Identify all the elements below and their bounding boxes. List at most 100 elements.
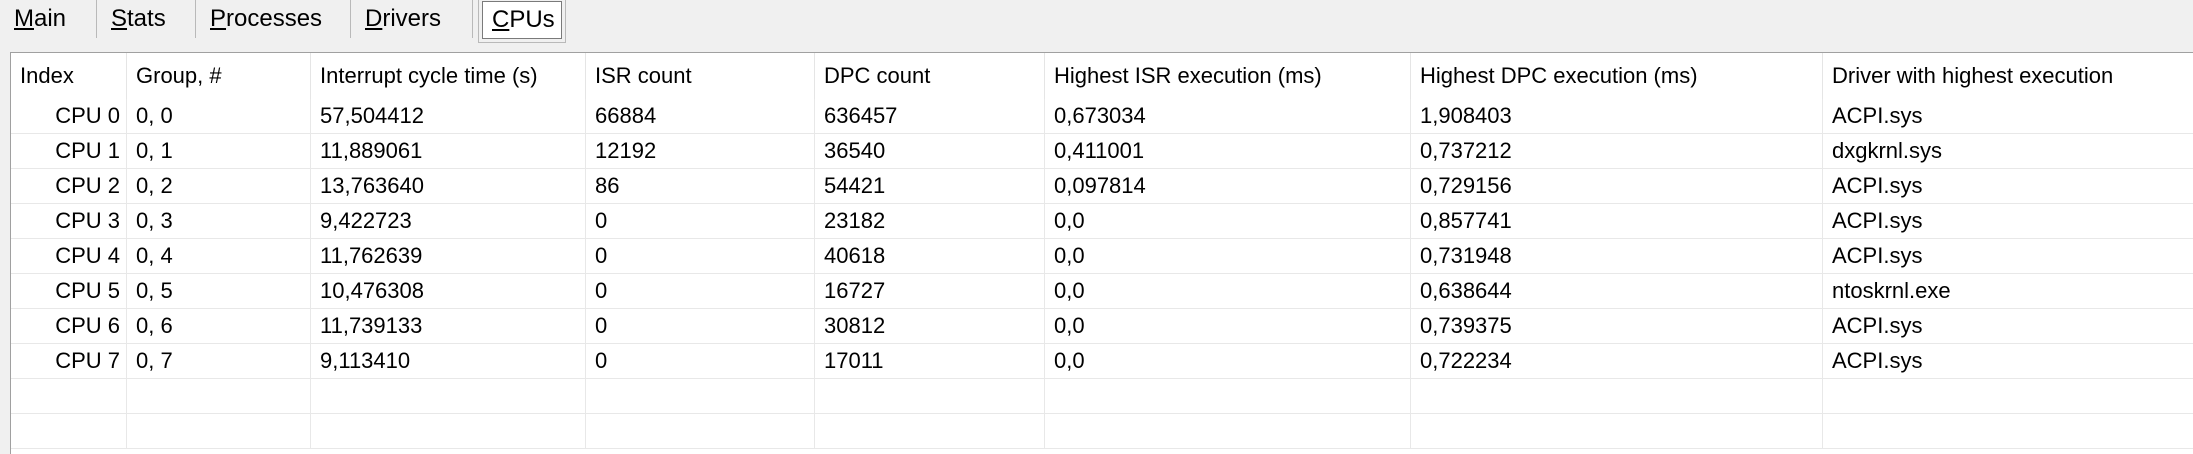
cell-isr-count: 86 — [586, 169, 815, 203]
cpu-list-view[interactable]: Index Group, # Interrupt cycle time (s) … — [10, 52, 2193, 454]
cell-dpc-count: 36540 — [815, 134, 1045, 168]
tab-cpus-label: PUs — [509, 6, 555, 33]
column-header-highest-isr[interactable]: Highest ISR execution (ms) — [1045, 53, 1411, 99]
cell-group: 0, 2 — [127, 169, 311, 203]
cell-interrupt-cycle-time: 57,504412 — [311, 99, 586, 133]
tab-processes-label: rocesses — [226, 5, 323, 32]
column-header-highest-dpc[interactable]: Highest DPC execution (ms) — [1411, 53, 1823, 99]
cell-driver — [1823, 414, 2193, 448]
cell-highest-isr: 0,0 — [1045, 204, 1411, 238]
cell-isr-count: 0 — [586, 344, 815, 378]
cell-interrupt-cycle-time: 13,763640 — [311, 169, 586, 203]
cell-index: CPU 6 — [11, 309, 127, 343]
tab-processes[interactable]: Processes — [196, 0, 351, 38]
cell-dpc-count — [815, 414, 1045, 448]
cell-highest-dpc: 0,737212 — [1411, 134, 1823, 168]
cell-interrupt-cycle-time: 9,422723 — [311, 204, 586, 238]
cell-dpc-count — [815, 379, 1045, 413]
table-row[interactable]: CPU 4 0, 4 11,762639 0 40618 0,0 0,731948 ACPI.… — [11, 239, 2193, 274]
cell-highest-dpc: 1,908403 — [1411, 99, 1823, 133]
cell-highest-isr: 0,0 — [1045, 239, 1411, 273]
cell-highest-dpc: 0,722234 — [1411, 344, 1823, 378]
app-window: Main Stats Processes Drivers CPUs Index … — [0, 0, 2193, 454]
table-row[interactable]: CPU 0 0, 0 57,504412 66884 636457 0,673034 1,9… — [11, 99, 2193, 134]
cell-isr-count: 12192 — [586, 134, 815, 168]
tab-cpus[interactable]: CPUs — [478, 0, 566, 43]
tab-stats-accel: S — [111, 5, 128, 32]
table-row[interactable] — [11, 379, 2193, 414]
cell-index: CPU 1 — [11, 134, 127, 168]
column-header-interrupt-cycle-time[interactable]: Interrupt cycle time (s) — [311, 53, 586, 99]
table-row[interactable]: CPU 7 0, 7 9,113410 0 17011 0,0 0,722234 ACPI.s… — [11, 344, 2193, 379]
cell-isr-count: 0 — [586, 204, 815, 238]
cell-isr-count — [586, 379, 815, 413]
cell-highest-dpc: 0,729156 — [1411, 169, 1823, 203]
cell-group: 0, 7 — [127, 344, 311, 378]
cell-interrupt-cycle-time: 9,113410 — [311, 344, 586, 378]
column-header-isr-count[interactable]: ISR count — [586, 53, 815, 99]
tab-main-accel: M — [14, 5, 34, 32]
column-header-index[interactable]: Index — [11, 53, 127, 99]
tab-main[interactable]: Main — [0, 0, 97, 38]
cell-interrupt-cycle-time: 11,739133 — [311, 309, 586, 343]
cell-driver: ACPI.sys — [1832, 103, 1923, 128]
cell-driver: ACPI.sys — [1832, 243, 1923, 268]
tab-drivers[interactable]: Drivers — [351, 0, 473, 38]
list-rows: CPU 0 0, 0 57,504412 66884 636457 0,673034 1,9… — [11, 99, 2193, 449]
cell-highest-isr: 0,0 — [1045, 274, 1411, 308]
cell-isr-count — [586, 414, 815, 448]
cell-isr-count: 0 — [586, 239, 815, 273]
cell-highest-isr: 0,0 — [1045, 344, 1411, 378]
cell-index: CPU 7 — [11, 344, 127, 378]
cell-driver: ACPI.sys — [1832, 348, 1923, 373]
cell-dpc-count: 17011 — [815, 344, 1045, 378]
cell-index: CPU 3 — [11, 204, 127, 238]
cell-group: 0, 1 — [127, 134, 311, 168]
column-header-group[interactable]: Group, # — [127, 53, 311, 99]
cell-interrupt-cycle-time: 11,889061 — [311, 134, 586, 168]
list-header: Index Group, # Interrupt cycle time (s) … — [11, 53, 2193, 99]
cell-isr-count: 0 — [586, 309, 815, 343]
cell-dpc-count: 16727 — [815, 274, 1045, 308]
cell-driver — [1823, 379, 2193, 413]
cell-interrupt-cycle-time: 10,476308 — [311, 274, 586, 308]
table-row[interactable]: CPU 3 0, 3 9,422723 0 23182 0,0 0,857741 ACPI.s… — [11, 204, 2193, 239]
cell-driver: ACPI.sys — [1832, 313, 1923, 338]
cell-highest-isr: 0,097814 — [1045, 169, 1411, 203]
tab-stats[interactable]: Stats — [97, 0, 196, 38]
cell-group — [127, 414, 311, 448]
column-header-dpc-count[interactable]: DPC count — [815, 53, 1045, 99]
cell-group — [127, 379, 311, 413]
cell-group: 0, 6 — [127, 309, 311, 343]
tab-drivers-label: rivers — [382, 5, 442, 32]
cell-dpc-count: 23182 — [815, 204, 1045, 238]
table-row[interactable]: CPU 2 0, 2 13,763640 86 54421 0,097814 0,72915… — [11, 169, 2193, 204]
cell-index: CPU 0 — [11, 99, 127, 133]
cell-highest-dpc — [1411, 379, 1823, 413]
cell-driver: ACPI.sys — [1832, 173, 1923, 198]
cell-group: 0, 5 — [127, 274, 311, 308]
tab-cpus-accel: C — [492, 6, 510, 33]
cell-highest-isr — [1045, 414, 1411, 448]
table-row[interactable]: CPU 6 0, 6 11,739133 0 30812 0,0 0,739375 ACPI.… — [11, 309, 2193, 344]
cell-index: CPU 5 — [11, 274, 127, 308]
cell-isr-count: 0 — [586, 274, 815, 308]
cell-highest-dpc: 0,731948 — [1411, 239, 1823, 273]
tab-drivers-accel: D — [365, 5, 383, 32]
table-row[interactable]: CPU 5 0, 5 10,476308 0 16727 0,0 0,638644 ntosk… — [11, 274, 2193, 309]
cell-highest-dpc: 0,857741 — [1411, 204, 1823, 238]
cell-group: 0, 3 — [127, 204, 311, 238]
cell-highest-dpc: 0,739375 — [1411, 309, 1823, 343]
cell-highest-isr — [1045, 379, 1411, 413]
cell-highest-dpc — [1411, 414, 1823, 448]
tab-stats-label: tats — [127, 5, 166, 32]
table-row[interactable]: CPU 1 0, 1 11,889061 12192 36540 0,411001 0,73… — [11, 134, 2193, 169]
cell-index — [11, 414, 127, 448]
cell-driver: ACPI.sys — [1832, 208, 1923, 233]
cell-interrupt-cycle-time — [311, 379, 586, 413]
column-header-driver[interactable]: Driver with highest execution — [1823, 53, 2193, 99]
cell-dpc-count: 636457 — [815, 99, 1045, 133]
cell-interrupt-cycle-time — [311, 414, 586, 448]
cell-interrupt-cycle-time: 11,762639 — [311, 239, 586, 273]
table-row[interactable] — [11, 414, 2193, 449]
